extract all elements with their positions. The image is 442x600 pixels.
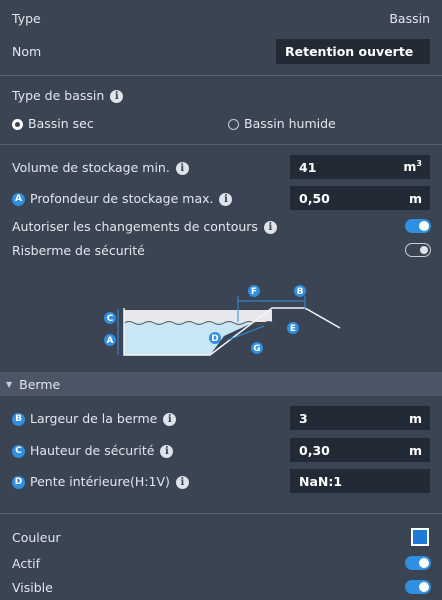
contour-changes-toggle[interactable]: [405, 219, 431, 233]
chevron-down-icon[interactable]: ▼: [6, 380, 12, 389]
info-icon[interactable]: i: [219, 192, 233, 206]
safety-height-value: 0,30: [299, 442, 330, 458]
basin-diagram: A B C D E F G: [104, 285, 341, 356]
safety-height-label-wrap: C Hauteur de sécurité i: [12, 442, 174, 458]
contour-changes-label-wrap: Autoriser les changements de contours i: [12, 219, 277, 234]
volume-label: Volume de stockage min.: [12, 159, 170, 175]
volume-unit: m3: [403, 159, 422, 174]
radio-selected-icon[interactable]: [12, 118, 23, 130]
badge-a-icon: A: [12, 192, 25, 206]
safety-height-row: C Hauteur de sécurité i 0,30 m: [0, 438, 442, 462]
visible-row: Visible: [0, 578, 442, 596]
depth-input[interactable]: 0,50 m: [290, 186, 430, 210]
visible-label: Visible: [12, 579, 53, 595]
depth-row: A Profondeur de stockage max. i 0,50 m: [0, 186, 442, 210]
badge-b-icon: B: [12, 412, 25, 426]
interior-slope-label: Pente intérieure(H:1V): [30, 473, 170, 489]
berm-width-unit: m: [408, 410, 422, 426]
berm-section-header[interactable]: ▼ Berme: [0, 372, 442, 396]
depth-label-wrap: A Profondeur de stockage max. i: [12, 190, 233, 206]
volume-row: Volume de stockage min. i 41 m3: [0, 155, 442, 179]
info-icon[interactable]: i: [160, 444, 174, 458]
volume-value: 41: [299, 159, 317, 175]
berm-section-title: Berme: [19, 376, 61, 392]
interior-slope-input[interactable]: NaN:1: [290, 469, 430, 493]
color-label: Couleur: [12, 529, 61, 545]
volume-unit-sup: 3: [416, 159, 422, 169]
interior-slope-label-wrap: D Pente intérieure(H:1V) i: [12, 474, 189, 489]
basin-type-row: Type de bassin i: [0, 86, 442, 104]
name-row: Nom Retention ouverte: [0, 38, 442, 64]
depth-unit: m: [408, 190, 422, 206]
info-icon[interactable]: i: [163, 412, 177, 426]
color-row: Couleur: [0, 528, 442, 546]
info-icon[interactable]: i: [263, 220, 277, 234]
color-swatch[interactable]: [411, 528, 429, 546]
divider: [0, 75, 442, 76]
marker-f-label: F: [251, 287, 257, 297]
safety-height-label: Hauteur de sécurité: [30, 442, 155, 458]
contour-changes-row: Autoriser les changements de contours i: [0, 217, 442, 235]
contour-changes-label: Autoriser les changements de contours: [12, 218, 258, 234]
divider: [0, 144, 442, 145]
volume-label-wrap: Volume de stockage min. i: [12, 160, 189, 175]
interior-slope-row: D Pente intérieure(H:1V) i NaN:1: [0, 469, 442, 493]
badge-c-icon: C: [12, 444, 25, 458]
name-input[interactable]: Retention ouverte: [276, 38, 430, 64]
berm-width-row: B Largeur de la berme i 3 m: [0, 406, 442, 430]
depth-label: Profondeur de stockage max.: [30, 190, 214, 206]
volume-input[interactable]: 41 m3: [290, 155, 430, 179]
berm-width-label: Largeur de la berme: [30, 410, 158, 426]
basin-type-options: Bassin sec Bassin humide: [0, 114, 442, 132]
safety-height-input[interactable]: 0,30 m: [290, 438, 430, 462]
basin-type-label: Type de bassin: [12, 87, 105, 103]
basin-type-heading: Type de bassin i: [12, 87, 124, 103]
safety-berm-toggle[interactable]: [405, 243, 431, 257]
safety-height-unit: m: [408, 442, 422, 458]
info-icon[interactable]: i: [110, 89, 124, 103]
safety-berm-row: Risberme de sécurité: [0, 241, 442, 259]
type-label: Type: [12, 10, 41, 26]
radio-wet-basin-label: Bassin humide: [244, 115, 336, 131]
radio-dry-basin-label: Bassin sec: [28, 115, 94, 131]
marker-a-label: A: [107, 336, 114, 346]
marker-e-label: E: [290, 324, 296, 334]
berm-width-label-wrap: B Largeur de la berme i: [12, 410, 177, 426]
berm-width-input[interactable]: 3 m: [290, 406, 430, 430]
badge-d-icon: D: [12, 475, 25, 489]
name-input-value: Retention ouverte: [285, 43, 414, 59]
radio-dry-basin[interactable]: Bassin sec: [12, 116, 94, 131]
safety-berm-label: Risberme de sécurité: [12, 242, 145, 258]
radio-unselected-icon[interactable]: [228, 118, 239, 130]
marker-g-label: G: [253, 344, 260, 354]
volume-unit-base: m: [403, 159, 417, 175]
type-value: Bassin: [389, 10, 430, 26]
type-row: Type Bassin: [0, 9, 442, 27]
visible-toggle[interactable]: [405, 580, 431, 594]
freeboard-area: [124, 310, 272, 322]
radio-wet-basin[interactable]: Bassin humide: [228, 116, 336, 131]
interior-slope-value: NaN:1: [299, 473, 343, 489]
name-label: Nom: [12, 43, 42, 59]
marker-d-label: D: [211, 334, 218, 344]
active-label: Actif: [12, 555, 40, 571]
active-row: Actif: [0, 554, 442, 572]
marker-c-label: C: [107, 314, 114, 324]
divider: [0, 513, 442, 514]
info-icon[interactable]: i: [175, 475, 189, 489]
depth-value: 0,50: [299, 190, 330, 206]
active-toggle[interactable]: [405, 556, 431, 570]
info-icon[interactable]: i: [175, 161, 189, 175]
marker-b-label: B: [297, 287, 304, 297]
berm-width-value: 3: [299, 410, 308, 426]
